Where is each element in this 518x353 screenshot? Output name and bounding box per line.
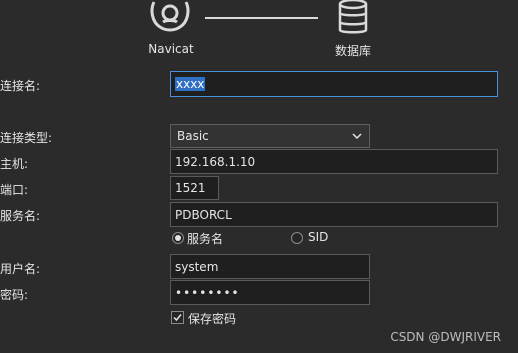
connection-type-select[interactable]: Basic xyxy=(170,124,370,148)
connection-name-input[interactable]: xxxx xyxy=(170,71,498,97)
database-label: 数据库 xyxy=(334,44,371,58)
checkmark-icon xyxy=(173,314,182,322)
sid-radio[interactable] xyxy=(291,232,303,244)
service-name-input[interactable]: PDBORCL xyxy=(170,202,498,227)
host-label: 主机: xyxy=(0,157,29,171)
port-value: 1521 xyxy=(175,181,206,195)
save-password-checkbox[interactable] xyxy=(171,311,184,324)
connection-type-value: Basic xyxy=(177,129,209,143)
password-value: •••••••• xyxy=(175,285,240,300)
port-input[interactable]: 1521 xyxy=(170,176,219,200)
service-name-radio[interactable] xyxy=(172,232,184,244)
connection-name-value: xxxx xyxy=(175,77,206,91)
navicat-icon xyxy=(148,0,192,34)
port-label: 端口: xyxy=(0,183,29,197)
host-value: 192.168.1.10 xyxy=(175,154,256,169)
username-value: system xyxy=(175,259,219,274)
connection-name-label: 连接名: xyxy=(0,79,41,93)
sid-radio-label[interactable]: SID xyxy=(308,230,328,244)
service-name-label: 服务名: xyxy=(0,209,41,223)
save-password-label[interactable]: 保存密码 xyxy=(188,310,236,327)
username-label: 用户名: xyxy=(0,262,41,276)
database-icon xyxy=(336,0,370,36)
watermark: CSDN @DWJRIVER xyxy=(390,330,501,344)
service-name-value: PDBORCL xyxy=(175,207,232,222)
host-input[interactable]: 192.168.1.10 xyxy=(170,149,498,174)
connection-type-label: 连接类型: xyxy=(0,131,53,145)
navicat-label: Navicat xyxy=(148,42,194,56)
password-input[interactable]: •••••••• xyxy=(170,280,370,305)
connector-line xyxy=(205,17,318,19)
service-name-radio-label[interactable]: 服务名 xyxy=(187,230,223,247)
password-label: 密码: xyxy=(0,288,29,302)
username-input[interactable]: system xyxy=(170,254,370,279)
chevron-down-icon xyxy=(351,130,363,142)
